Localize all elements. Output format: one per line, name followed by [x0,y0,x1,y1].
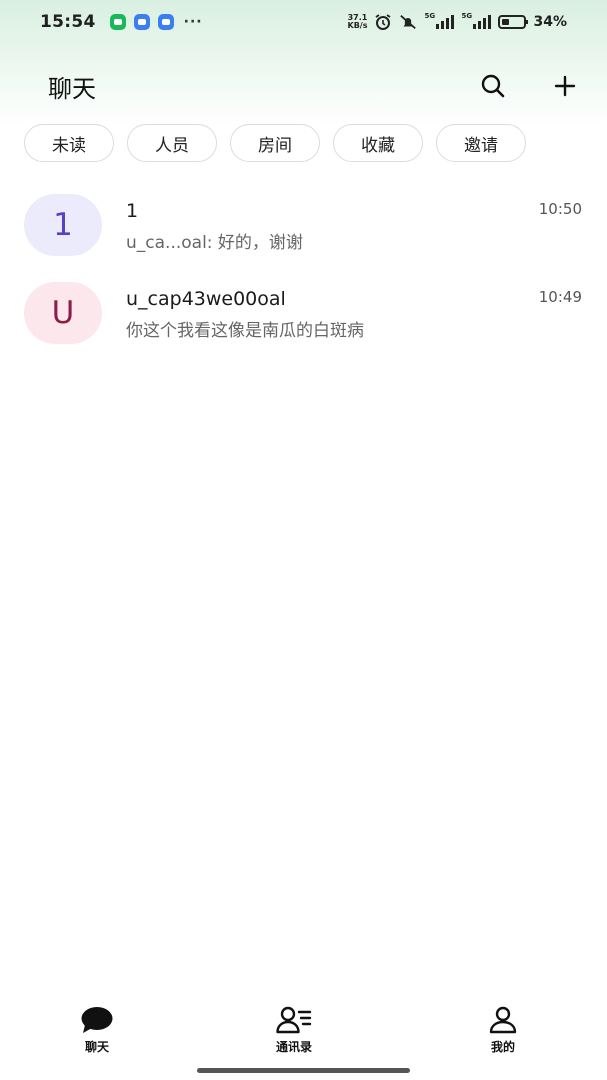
chat-bubble-icon [81,1007,113,1033]
tab-me[interactable]: 我的 [488,1006,518,1055]
person-icon [489,1006,517,1034]
signal-sim1-icon: 5G [424,12,455,29]
filter-invites[interactable]: 邀请 [436,124,526,162]
status-bar: 15:54 ··· 37.1 KB/s 5G 5G 34% [0,0,607,44]
contacts-icon [276,1006,312,1034]
plus-icon [554,75,576,97]
tab-chats[interactable]: 聊天 [80,1006,114,1055]
search-button[interactable] [475,68,511,104]
network-speed: 37.1 KB/s [348,14,368,30]
signal-sim2-icon: 5G [461,12,492,29]
filter-people[interactable]: 人员 [127,124,217,162]
status-time: 15:54 [40,12,96,32]
tab-chats-label: 聊天 [84,1040,109,1054]
chat-name: u_cap43we00oal [126,288,286,310]
chat-timestamp: 10:50 [538,200,582,218]
home-indicator[interactable] [197,1068,410,1073]
message-notification-icon [133,14,150,30]
chat-notification-icon [157,14,174,30]
network-speed-unit: KB/s [347,21,368,30]
page-title: 聊天 [48,74,96,103]
chat-timestamp: 10:49 [538,288,582,306]
filter-favorites[interactable]: 收藏 [333,124,423,162]
wechat-notification-icon [109,14,126,30]
chat-list-item[interactable]: 1 1 u_ca...oal: 好的，谢谢 10:50 [0,190,607,278]
search-icon [481,74,505,98]
tab-contacts-label: 通讯录 [276,1040,313,1054]
tab-me-label: 我的 [490,1040,515,1054]
alarm-icon [374,13,392,31]
app-header: 聊天 [0,60,607,112]
bottom-navigation: 聊天 通讯录 我的 [0,1000,607,1060]
filter-unread[interactable]: 未读 [24,124,114,162]
notification-icons: ··· [109,14,203,30]
filter-chips: 未读 人员 房间 收藏 邀请 [24,124,526,162]
sim1-network-type: 5G [424,12,436,20]
chat-last-message: 你这个我看这像是南瓜的白斑病 [126,321,364,341]
tab-contacts[interactable]: 通讯录 [276,1006,312,1055]
battery-icon [498,15,529,29]
filter-rooms[interactable]: 房间 [230,124,320,162]
mute-icon [399,13,417,31]
avatar: U [24,282,102,344]
add-button[interactable] [547,68,583,104]
avatar: 1 [24,194,102,256]
chat-last-message: u_ca...oal: 好的，谢谢 [126,233,303,253]
chat-name: 1 [126,200,139,222]
more-notifications-icon: ··· [183,14,203,30]
battery-percent: 34% [533,14,567,30]
sim2-network-type: 5G [461,12,473,20]
chat-list: 1 1 u_ca...oal: 好的，谢谢 10:50 U u_cap43we0… [0,190,607,366]
chat-list-item[interactable]: U u_cap43we00oal 你这个我看这像是南瓜的白斑病 10:49 [0,278,607,366]
